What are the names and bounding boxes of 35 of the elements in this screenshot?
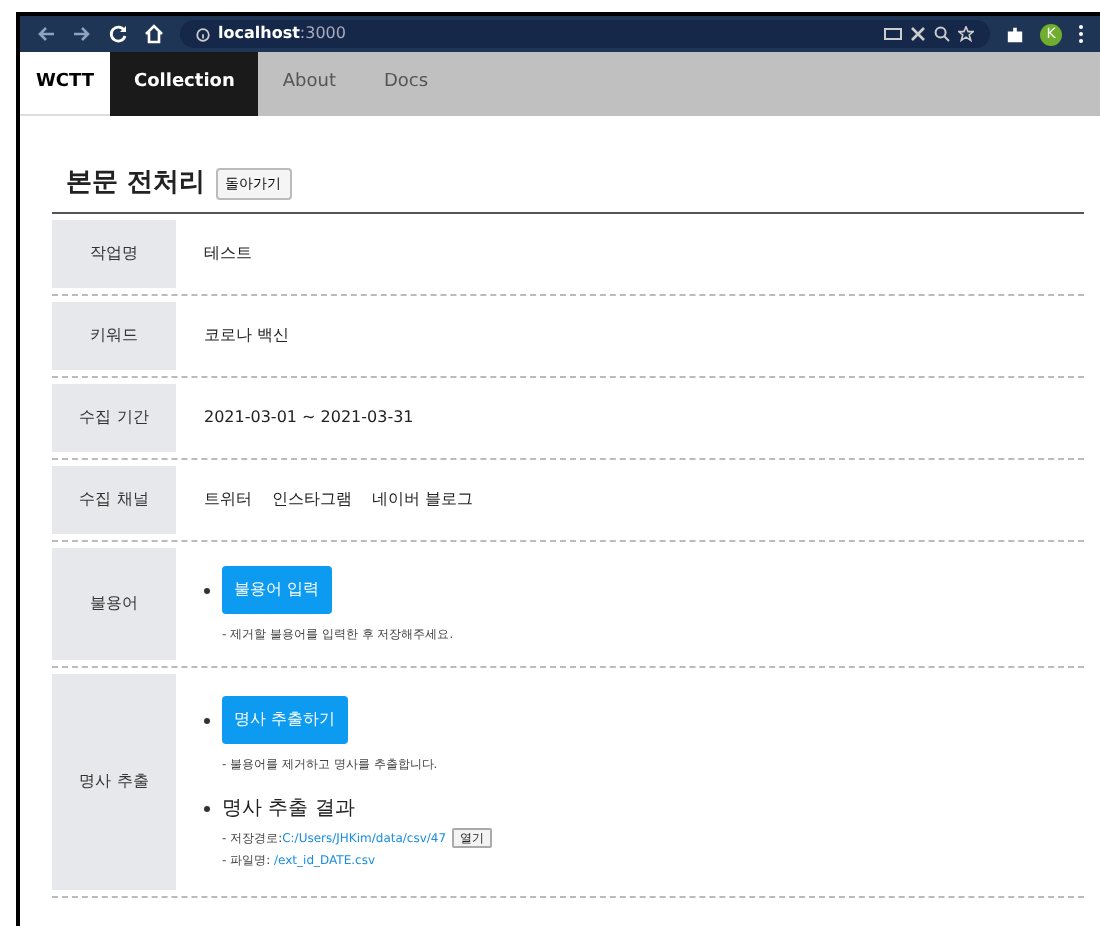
more-icon[interactable] — [1078, 24, 1084, 44]
star-icon[interactable] — [958, 26, 974, 42]
primary-button[interactable]: 명사 추출하기 — [222, 696, 348, 744]
page-title: 본문 전처리 — [66, 166, 206, 202]
cast-icon[interactable] — [884, 27, 902, 41]
nav-tab[interactable]: Docs — [359, 52, 453, 116]
channel-name: 네이버 블로그 — [372, 487, 474, 511]
url-text: localhost:3000 — [218, 22, 346, 46]
home-icon[interactable] — [144, 24, 164, 44]
row-label: 명사 추출 — [52, 673, 176, 889]
row-label: 키워드 — [52, 301, 176, 369]
bullet-icon — [204, 806, 210, 812]
row-label: 수집 채널 — [52, 465, 176, 533]
bullet-icon — [204, 717, 210, 723]
brand-link[interactable]: WCTT — [20, 52, 110, 116]
row-label: 불용어 — [52, 547, 176, 659]
address-bar[interactable]: localhost:3000 — [180, 20, 990, 48]
bullet-icon — [204, 587, 210, 593]
zoom-icon[interactable] — [934, 26, 950, 42]
channel-name: 트위터 — [204, 487, 252, 511]
info-icon[interactable] — [196, 27, 210, 41]
row-value: 테스트 — [204, 241, 252, 265]
primary-button[interactable]: 불용어 입력 — [222, 566, 332, 614]
forward-icon[interactable] — [72, 24, 92, 44]
channel-name: 인스타그램 — [272, 487, 352, 511]
row-value: 코로나 백신 — [204, 323, 290, 347]
apps-icon[interactable] — [910, 26, 926, 42]
nav-tab[interactable]: About — [258, 52, 360, 116]
row-value: 2021-03-01 ~ 2021-03-31 — [204, 405, 414, 429]
reload-icon[interactable] — [108, 24, 128, 44]
result-heading: 명사 추출 결과 — [222, 796, 355, 824]
row-label: 작업명 — [52, 219, 176, 287]
nav-tab[interactable]: Collection — [110, 52, 259, 116]
row-label: 수집 기간 — [52, 383, 176, 451]
back-icon[interactable] — [36, 24, 56, 44]
